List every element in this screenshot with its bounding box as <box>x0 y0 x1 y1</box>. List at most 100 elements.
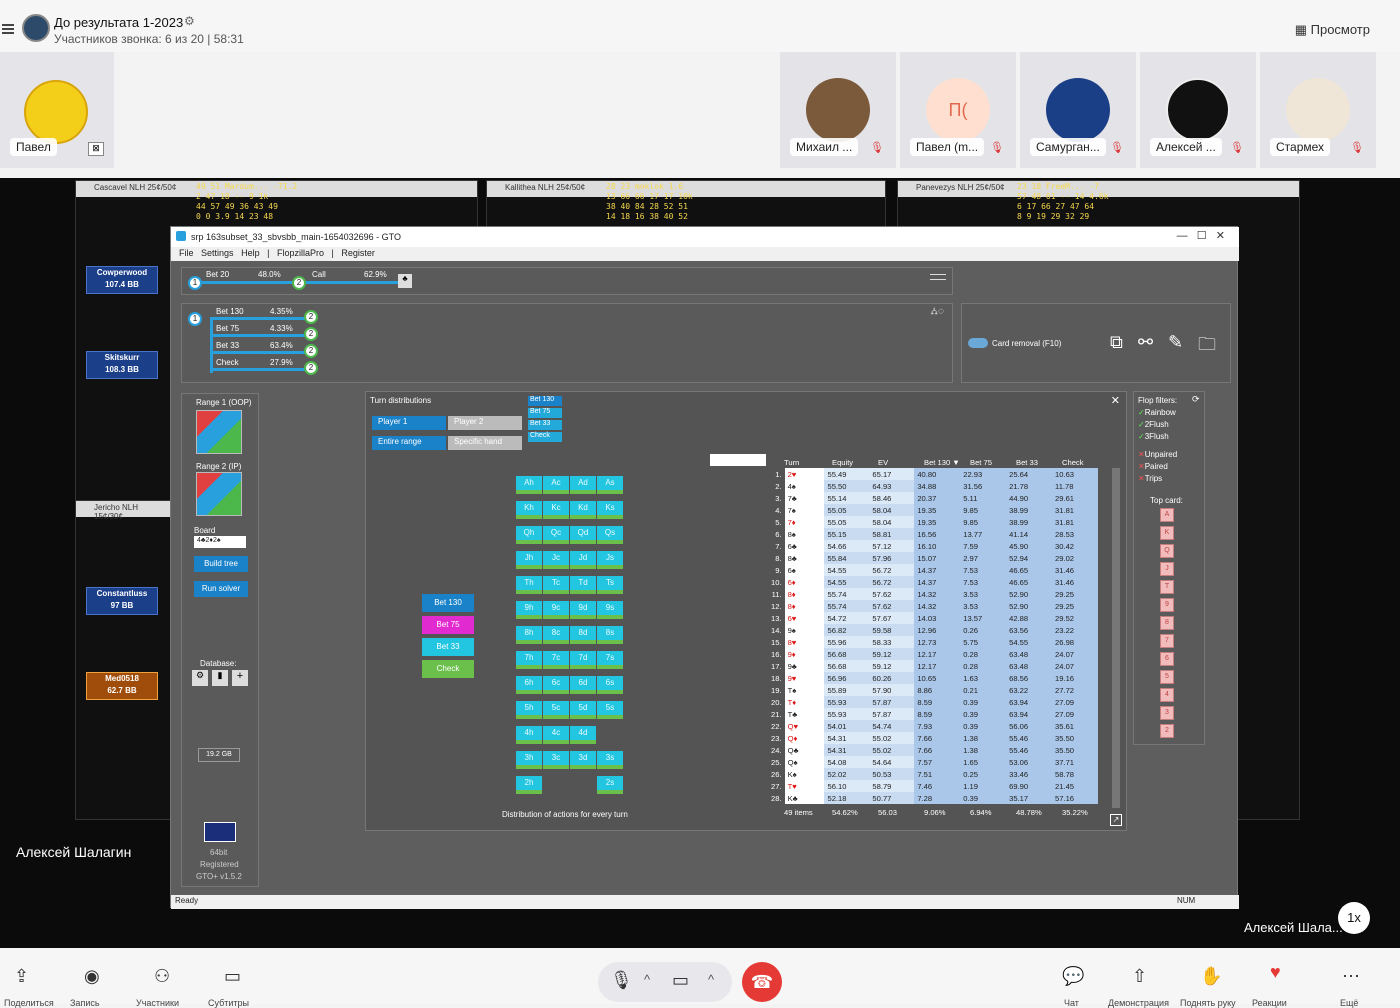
top-card-filter[interactable]: 8 <box>1160 616 1174 630</box>
turn-card[interactable]: 9h <box>516 601 542 619</box>
table-row[interactable]: 5. 7♦ 55.05 58.04 19.35 9.85 38.99 31.81 <box>768 516 1098 528</box>
table-row[interactable]: 4. 7♠ 55.05 58.04 19.35 9.85 38.99 31.81 <box>768 504 1098 516</box>
tree-action-label[interactable]: Check <box>216 358 239 367</box>
specific-hand-tab[interactable]: Specific hand <box>448 436 522 450</box>
participant-tile[interactable]: Михаил ... 🎙 <box>780 52 896 168</box>
share-icon[interactable]: ⇪ <box>14 966 29 987</box>
turn-card[interactable]: 4h <box>516 726 542 744</box>
turn-card[interactable]: 2s <box>597 776 623 794</box>
turn-card[interactable]: 3s <box>597 751 623 769</box>
turn-card[interactable]: Js <box>597 551 623 569</box>
turn-card[interactable]: 5h <box>516 701 542 719</box>
playback-speed-button[interactable]: 1x <box>1338 902 1370 934</box>
col-header[interactable]: Bet 33 <box>1016 458 1038 467</box>
card-icon[interactable]: ♣ <box>398 274 412 288</box>
filter-checked[interactable]: ✓Rainbow <box>1138 408 1176 417</box>
turn-card[interactable]: Ah <box>516 476 542 494</box>
copy-icon[interactable]: ⧉ <box>1110 332 1123 353</box>
chat-icon[interactable]: 💬 <box>1062 966 1084 987</box>
table-row[interactable]: 14. 9♠ 56.82 59.58 12.96 0.26 63.56 23.22 <box>768 624 1098 636</box>
turn-card[interactable]: 7c <box>543 651 569 669</box>
turn-card[interactable]: Kh <box>516 501 542 519</box>
top-card-filter[interactable]: 3 <box>1160 706 1174 720</box>
top-card-filter[interactable]: 9 <box>1160 598 1174 612</box>
subtitles-icon[interactable]: ▭ <box>224 966 241 987</box>
table-row[interactable]: 16. 9♦ 56.68 59.12 12.17 0.28 63.48 24.07 <box>768 648 1098 660</box>
turn-card[interactable]: 4c <box>543 726 569 744</box>
action-button[interactable]: Check <box>422 660 474 678</box>
filter-crossed[interactable]: ✕Paired <box>1138 462 1168 471</box>
table-row[interactable]: 20. T♦ 55.93 57.87 8.59 0.39 63.94 27.09 <box>768 696 1098 708</box>
view-mode-icons[interactable] <box>710 454 766 466</box>
table-row[interactable]: 8. 8♣ 55.84 57.96 15.07 2.97 52.94 29.02 <box>768 552 1098 564</box>
hamburger-icon[interactable] <box>930 274 946 280</box>
tree-node[interactable]: 2 <box>304 344 318 358</box>
turn-card[interactable]: Td <box>570 576 596 594</box>
database-chart-icon[interactable]: ▮ <box>212 670 228 686</box>
turn-card[interactable]: 6h <box>516 676 542 694</box>
turn-card[interactable]: Qh <box>516 526 542 544</box>
screen-share-icon[interactable]: ⇧ <box>1132 966 1147 987</box>
table-row[interactable]: 27. T♥ 56.10 58.79 7.46 1.19 69.90 21.45 <box>768 780 1098 792</box>
table-row[interactable]: 21. T♣ 55.93 57.87 8.59 0.39 63.94 27.09 <box>768 708 1098 720</box>
turn-card[interactable]: 5d <box>570 701 596 719</box>
turn-card[interactable]: Jc <box>543 551 569 569</box>
turn-card[interactable]: 2h <box>516 776 542 794</box>
participant-tile[interactable]: Стармех 🎙 <box>1260 52 1376 168</box>
action-button[interactable]: Bet 130 <box>422 594 474 612</box>
turn-card[interactable]: Qs <box>597 526 623 544</box>
turn-card[interactable]: Ts <box>597 576 623 594</box>
tree-share-icon[interactable]: ⚯ <box>1138 332 1153 353</box>
turn-card[interactable]: Th <box>516 576 542 594</box>
raise-hand-icon[interactable]: ✋ <box>1200 966 1222 987</box>
table-row[interactable]: 12. 8♦ 55.74 57.62 14.32 3.53 52.90 29.25 <box>768 600 1098 612</box>
table-row[interactable]: 10. 6♦ 54.55 56.72 14.37 7.53 46.65 31.46 <box>768 576 1098 588</box>
col-header[interactable]: Turn <box>784 458 799 467</box>
table-row[interactable]: 15. 8♥ 55.96 58.33 12.73 5.75 54.55 26.98 <box>768 636 1098 648</box>
table-row[interactable]: 2. 4♠ 55.50 64.93 34.88 31.56 21.78 11.78 <box>768 480 1098 492</box>
self-tile[interactable]: Павел ⊠ <box>0 52 114 168</box>
table-row[interactable]: 17. 9♣ 56.68 59.12 12.17 0.28 63.48 24.07 <box>768 660 1098 672</box>
filter-checked[interactable]: ✓3Flush <box>1138 432 1169 441</box>
tree-root-node[interactable]: 1 <box>188 312 202 326</box>
turn-card[interactable]: 9s <box>597 601 623 619</box>
line-node[interactable]: 1 <box>188 276 202 290</box>
table-row[interactable]: 19. T♠ 55.89 57.90 8.86 0.21 63.22 27.72 <box>768 684 1098 696</box>
filter-checked[interactable]: ✓2Flush <box>1138 420 1169 429</box>
turn-card[interactable]: 5c <box>543 701 569 719</box>
participant-tile[interactable]: П( Павел (m... 🎙 <box>900 52 1016 168</box>
run-solver-button[interactable]: Run solver <box>194 581 248 597</box>
table-row[interactable]: 25. Q♠ 54.08 54.64 7.57 1.65 53.06 37.71 <box>768 756 1098 768</box>
reactions-icon[interactable]: ♥ <box>1270 962 1281 983</box>
top-card-filter[interactable]: 4 <box>1160 688 1174 702</box>
end-call-button[interactable]: ☎ <box>742 962 782 1002</box>
participants-icon[interactable]: ⚇ <box>154 966 170 987</box>
turn-card[interactable]: 7d <box>570 651 596 669</box>
turn-card[interactable]: 7h <box>516 651 542 669</box>
top-card-filter[interactable]: J <box>1160 562 1174 576</box>
tree-node[interactable]: 2 <box>304 361 318 375</box>
tree-node[interactable]: 2 <box>304 327 318 341</box>
table-row[interactable]: 11. 8♦ 55.74 57.62 14.32 3.53 52.90 29.25 <box>768 588 1098 600</box>
top-card-filter[interactable]: 6 <box>1160 652 1174 666</box>
tree-node[interactable]: 2 <box>304 310 318 324</box>
turn-card[interactable]: 6d <box>570 676 596 694</box>
tree-tools-icon[interactable]: ⛼◌ <box>930 306 944 319</box>
top-card-filter[interactable]: 5 <box>1160 670 1174 684</box>
turn-card[interactable]: 4d <box>570 726 596 744</box>
menu-flopzilla[interactable]: FlopzillaPro <box>277 248 324 258</box>
turn-card[interactable]: Jh <box>516 551 542 569</box>
turn-card[interactable]: Kc <box>543 501 569 519</box>
participant-tile[interactable]: Самурган... 🎙 <box>1020 52 1136 168</box>
turn-card[interactable]: 5s <box>597 701 623 719</box>
top-card-filter[interactable]: K <box>1160 526 1174 540</box>
entire-range-tab[interactable]: Entire range <box>372 436 446 450</box>
database-add-icon[interactable]: + <box>232 670 248 686</box>
top-card-filter[interactable]: A <box>1160 508 1174 522</box>
card-removal-toggle[interactable] <box>968 338 988 348</box>
close-icon[interactable]: ✕ <box>1111 394 1120 407</box>
turn-card[interactable]: 9c <box>543 601 569 619</box>
settings-icon[interactable]: ⚙ <box>184 14 195 28</box>
table-row[interactable]: 9. 6♠ 54.55 56.72 14.37 7.53 46.65 31.46 <box>768 564 1098 576</box>
turn-card[interactable]: 7s <box>597 651 623 669</box>
